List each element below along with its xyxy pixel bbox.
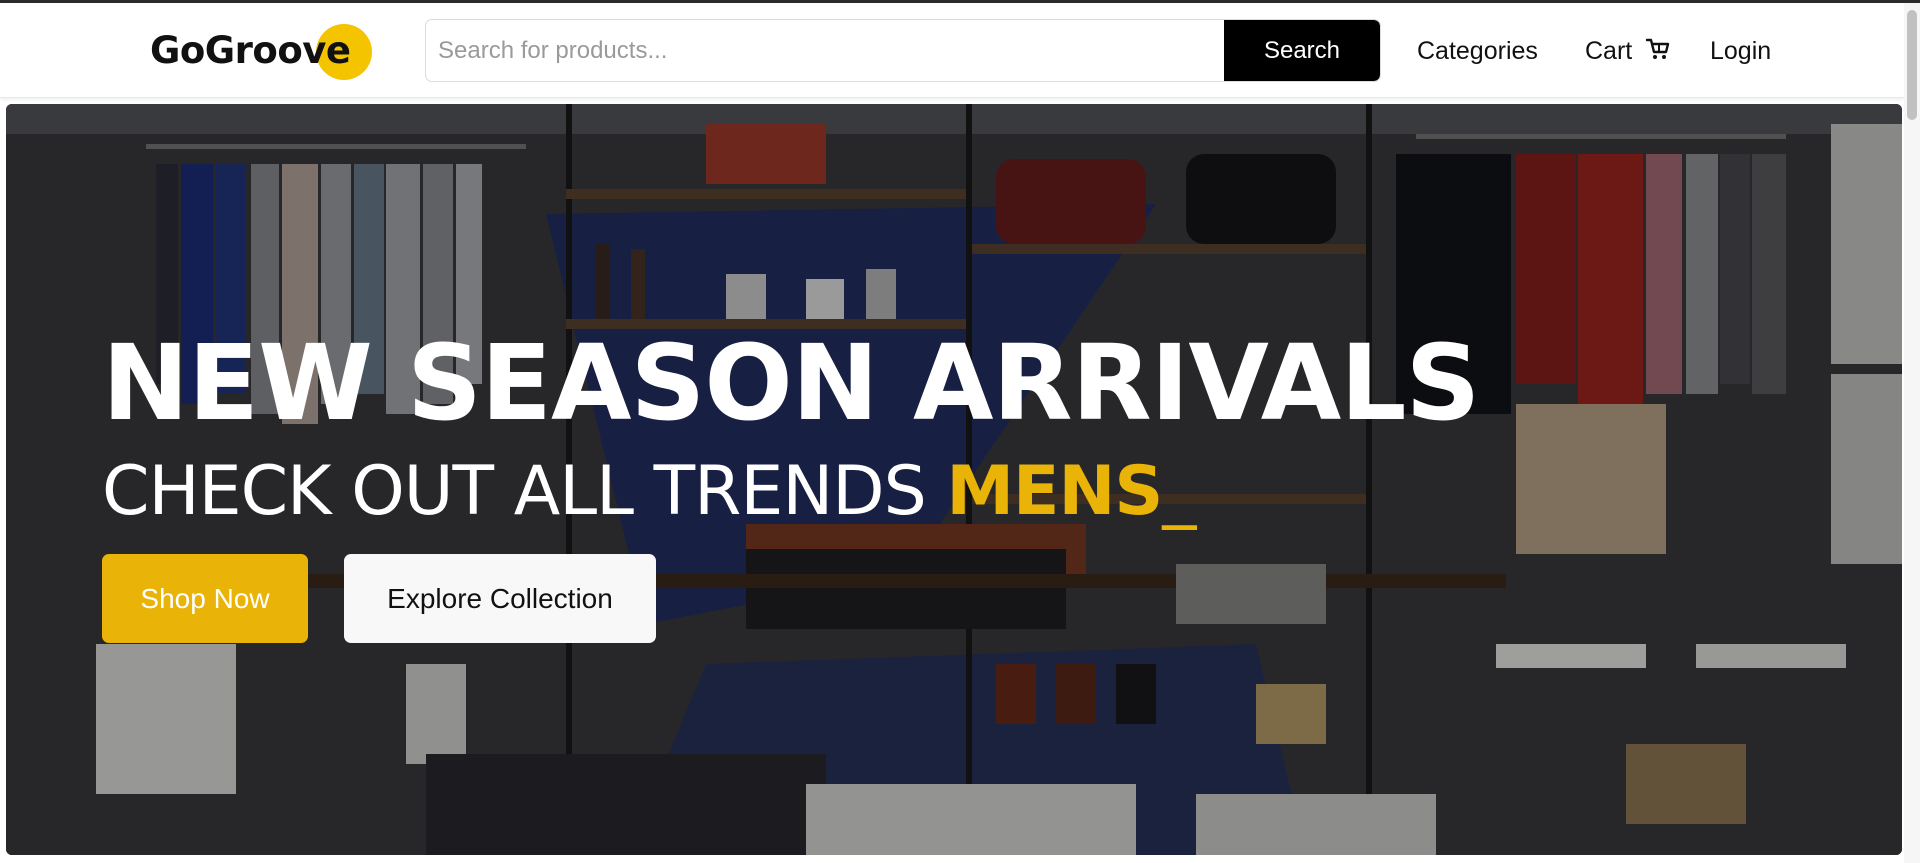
nav-cart-link[interactable]: Cart [1585,33,1671,69]
scrollbar-thumb[interactable] [1907,10,1917,120]
hero-subtitle: CHECK OUT ALL TRENDS MENS_ [102,444,1302,540]
hero-title: NEW SEASON ARRIVALS [102,322,1480,444]
navbar: GoGroove Search Categories Cart Login [0,3,1904,98]
search-bar: Search [425,19,1381,82]
shop-now-button[interactable]: Shop Now [102,554,308,643]
logo-text[interactable]: GoGroove [150,29,351,72]
nav-login-link[interactable]: Login [1710,33,1771,69]
cart-label: Cart [1585,37,1633,65]
hero-banner: NEW SEASON ARRIVALS CHECK OUT ALL TRENDS… [6,104,1902,855]
brand-logo[interactable]: GoGroove [150,23,372,80]
nav-categories-link[interactable]: Categories [1417,33,1538,69]
hero-subtitle-typed-word: MENS [946,452,1163,531]
explore-collection-button[interactable]: Explore Collection [344,554,656,643]
search-button[interactable]: Search [1224,20,1380,81]
hero-subtitle-prefix: CHECK OUT ALL TRENDS [102,452,927,531]
cart-icon [1645,39,1670,60]
typing-cursor: _ [1162,452,1196,531]
page-scrollbar[interactable] [1904,3,1920,863]
search-input[interactable] [426,20,1226,81]
